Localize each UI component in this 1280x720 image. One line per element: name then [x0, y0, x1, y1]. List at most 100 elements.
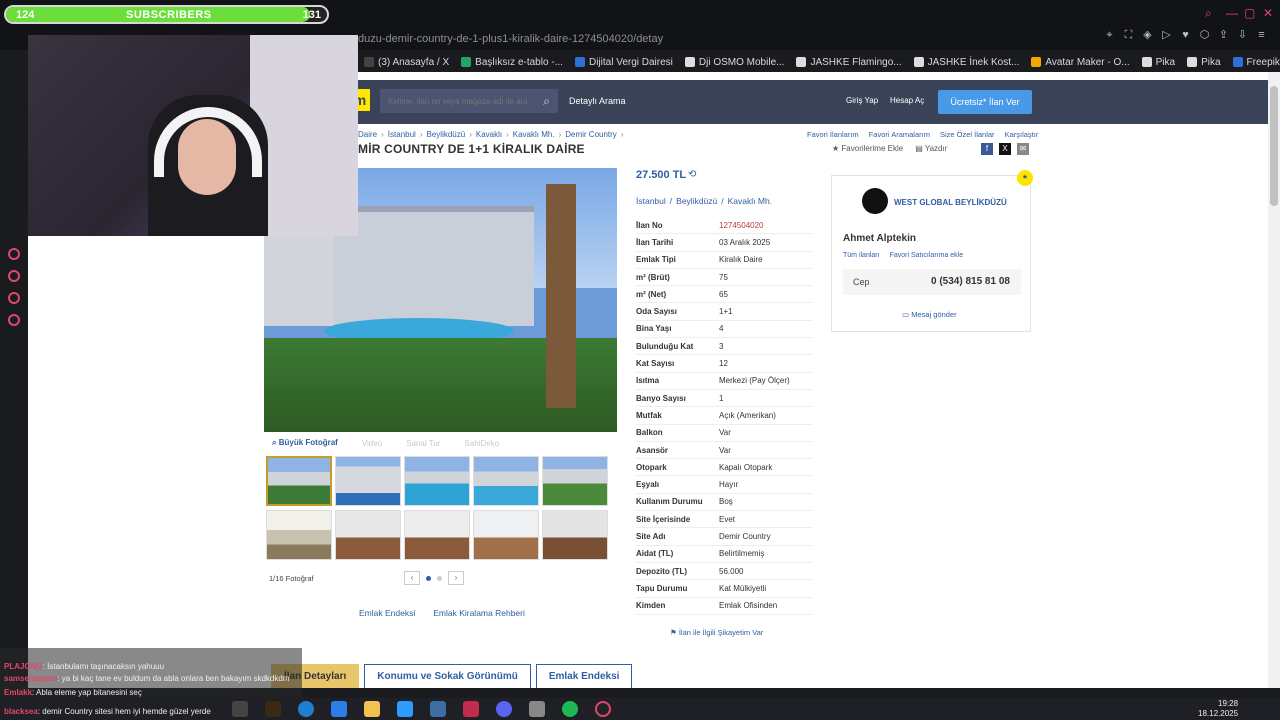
- record-icon[interactable]: [8, 248, 20, 260]
- task-view-icon[interactable]: [232, 701, 248, 717]
- tab-video[interactable]: Video: [362, 439, 382, 448]
- phone-number[interactable]: 0 (534) 815 81 08: [931, 276, 1010, 287]
- search-icon[interactable]: ⌕: [543, 94, 550, 109]
- photo-thumbnail[interactable]: [335, 510, 401, 560]
- photo-thumbnail[interactable]: [542, 510, 608, 560]
- photo-thumbnail[interactable]: [266, 456, 332, 506]
- detailed-search-link[interactable]: Detaylı Arama: [569, 96, 626, 106]
- send-message-button[interactable]: ▭ Mesaj gönder: [902, 310, 957, 319]
- bookmark-item[interactable]: Dji OSMO Mobile...: [684, 57, 784, 68]
- bookmark-item[interactable]: Freepik Sketch - F...: [1232, 57, 1280, 68]
- breadcrumb-item[interactable]: Beylikdüzü: [427, 130, 466, 139]
- bookmark-item[interactable]: JASHKE Flamingo...: [796, 57, 902, 68]
- app-icon[interactable]: [430, 701, 446, 717]
- location-district[interactable]: Beylikdüzü: [676, 196, 717, 206]
- photo-thumbnail[interactable]: [335, 456, 401, 506]
- bookmark-item[interactable]: JASHKE İnek Kost...: [913, 57, 1019, 68]
- emlak-endeksi-link[interactable]: Emlak Endeksi: [359, 608, 415, 618]
- folder-icon[interactable]: [364, 701, 380, 717]
- photo-thumbnail[interactable]: [266, 510, 332, 560]
- maximize-icon[interactable]: ▢: [1244, 6, 1255, 20]
- all-ads-link[interactable]: Tüm ilanları: [843, 252, 880, 259]
- photo-thumbnail[interactable]: [542, 456, 608, 506]
- download-icon[interactable]: ⇩: [1237, 30, 1248, 41]
- search-input[interactable]: [380, 89, 530, 113]
- price-history-icon[interactable]: ⟲: [688, 169, 696, 180]
- x-icon[interactable]: X: [999, 143, 1011, 155]
- pin-icon[interactable]: ⌖: [1104, 30, 1115, 41]
- breadcrumb-item[interactable]: Kavaklı: [476, 130, 502, 139]
- special-listings-link[interactable]: Size Özel İlanlar: [940, 130, 995, 139]
- mail-icon[interactable]: ✉: [1017, 143, 1029, 155]
- spotify-icon[interactable]: [562, 701, 578, 717]
- bookmark-item[interactable]: Pika: [1187, 57, 1221, 68]
- page-scrollbar[interactable]: [1268, 72, 1280, 688]
- signup-link[interactable]: Hesap Aç: [890, 96, 924, 105]
- compare-link[interactable]: Karşılaştır: [1005, 130, 1039, 139]
- breadcrumb-item[interactable]: Demir Country: [565, 130, 617, 139]
- facebook-icon[interactable]: f: [981, 143, 993, 155]
- bookmark-item[interactable]: Pika: [1141, 57, 1175, 68]
- breadcrumb-item[interactable]: Kavaklı Mh.: [513, 130, 555, 139]
- store-icon[interactable]: [331, 701, 347, 717]
- chat-message: blacksea: demir Country sitesi hem iyi h…: [4, 707, 211, 716]
- search-icon[interactable]: ⌕: [1205, 6, 1212, 21]
- tab-sahideko[interactable]: SahiDeko: [464, 439, 499, 448]
- bookmark-item[interactable]: Başlıksız e-tablo -...: [461, 57, 563, 68]
- bookmark-item[interactable]: (3) Anasayfa / X: [364, 57, 449, 68]
- report-listing-link[interactable]: ⚑ İlan ile İlgili Şikayetim Var: [670, 628, 763, 637]
- rental-guide-link[interactable]: Emlak Kiralama Rehberi: [433, 608, 525, 618]
- play-icon[interactable]: ▷: [1161, 30, 1172, 41]
- share-icon[interactable]: ⇪: [1218, 30, 1229, 41]
- menu-icon[interactable]: ≡: [1256, 30, 1267, 41]
- tab-virtual-tour[interactable]: Sanal Tur: [406, 439, 440, 448]
- tab-emlak-endeksi[interactable]: Emlak Endeksi: [535, 664, 633, 688]
- seller-name[interactable]: WEST GLOBAL BEYLİKDÜZÜ: [894, 198, 1007, 207]
- obs-icon[interactable]: [595, 701, 611, 717]
- page-dot[interactable]: [437, 575, 442, 581]
- clock-icon[interactable]: [8, 270, 20, 282]
- photo-thumbnail[interactable]: [404, 510, 470, 560]
- breadcrumb-item[interactable]: İstanbul: [388, 130, 416, 139]
- login-link[interactable]: Giriş Yap: [846, 96, 878, 105]
- favorite-seller-link[interactable]: Favori Satıcılarıma ekle: [890, 252, 964, 259]
- minimize-icon[interactable]: —: [1226, 6, 1238, 20]
- extensions-icon[interactable]: ⬡: [1199, 30, 1210, 41]
- photo-thumbnail[interactable]: [404, 456, 470, 506]
- tab-large-photo[interactable]: ⌕ Büyük Fotoğraf: [272, 438, 338, 448]
- browser-icon[interactable]: [463, 701, 479, 717]
- settings-icon[interactable]: [8, 314, 20, 326]
- add-favorite-button[interactable]: ★ Favorilerime Ekle: [832, 144, 903, 153]
- prev-page-button[interactable]: ‹: [404, 571, 420, 585]
- bookmark-item[interactable]: Dijital Vergi Dairesi: [574, 57, 673, 68]
- heart-icon[interactable]: ♥: [1180, 30, 1191, 41]
- scroll-thumb[interactable]: [1270, 86, 1278, 206]
- post-ad-button[interactable]: Ücretsiz* İlan Ver: [938, 90, 1032, 114]
- site-search[interactable]: ⌕: [380, 89, 558, 113]
- seller-logo[interactable]: [862, 188, 888, 214]
- breadcrumb-item[interactable]: Daire: [358, 130, 377, 139]
- photo-thumbnail[interactable]: [473, 510, 539, 560]
- photo-thumbnail[interactable]: [473, 456, 539, 506]
- edge-icon[interactable]: [298, 701, 314, 717]
- page-dot-active[interactable]: [426, 575, 431, 581]
- discord-icon[interactable]: [496, 701, 512, 717]
- address-bar[interactable]: duzu-demir-country-de-1-plus1-kiralik-da…: [358, 30, 1218, 48]
- app-icon[interactable]: [529, 701, 545, 717]
- close-icon[interactable]: ✕: [1263, 6, 1273, 20]
- info-value: 4: [719, 324, 724, 334]
- screenshot-icon[interactable]: ⛶: [1123, 30, 1134, 41]
- fav-searches-link[interactable]: Favori Aramalarım: [869, 130, 930, 139]
- bookmark-item[interactable]: Avatar Maker - O...: [1031, 57, 1130, 68]
- shield-icon[interactable]: ◈: [1142, 30, 1153, 41]
- tab-location[interactable]: Konumu ve Sokak Görünümü: [364, 664, 531, 688]
- location-city[interactable]: İstanbul: [636, 196, 666, 206]
- next-page-button[interactable]: ›: [448, 571, 464, 585]
- fav-listings-link[interactable]: Favori İlanlarım: [807, 130, 859, 139]
- print-button[interactable]: ▤ Yazdır: [915, 144, 947, 153]
- chat-icon[interactable]: [8, 292, 20, 304]
- app-icon[interactable]: [397, 701, 413, 717]
- location-neighborhood[interactable]: Kavaklı Mh.: [728, 196, 772, 206]
- system-clock[interactable]: 19:28 18.12.2025: [1198, 699, 1238, 719]
- app-icon[interactable]: [265, 701, 281, 717]
